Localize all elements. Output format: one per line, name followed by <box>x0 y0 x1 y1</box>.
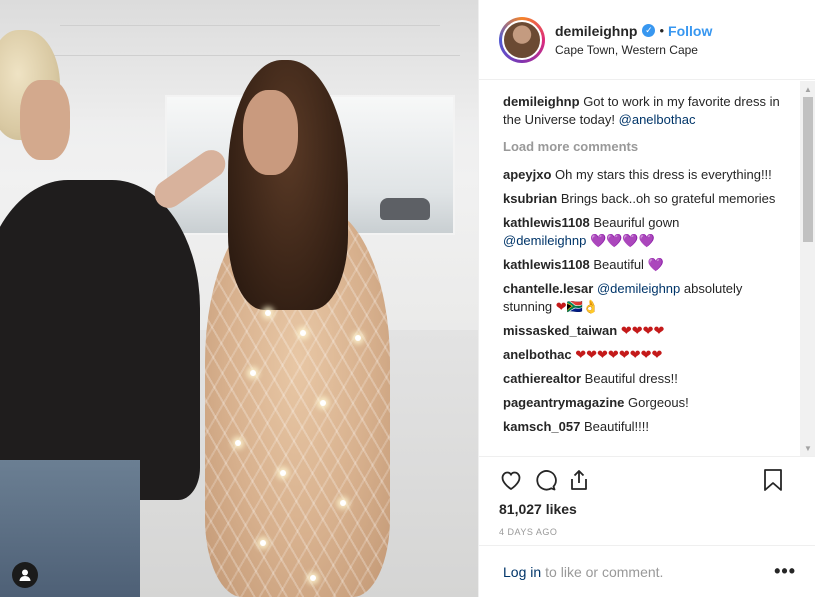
header-separator: • <box>659 23 665 38</box>
sparkle <box>260 540 266 546</box>
list-item: ksubrian Brings back..oh so grateful mem… <box>503 190 786 208</box>
list-item: kamsch_057 Beautiful!!!! <box>503 418 786 436</box>
list-item: kathlewis1108 Beauriful gown @demileighn… <box>503 214 786 250</box>
verified-badge-icon: ✓ <box>642 24 656 37</box>
list-item: cathierealtor Beautiful dress!! <box>503 370 786 388</box>
photo-makeup-artist-face <box>20 80 70 160</box>
comment-button[interactable] <box>533 463 567 497</box>
comment-text: Brings back..oh so grateful memories <box>560 191 776 206</box>
share-button[interactable] <box>567 463 601 497</box>
sparkle <box>300 330 306 336</box>
sparkle <box>310 575 316 581</box>
comment-username[interactable]: chantelle.lesar <box>503 281 593 296</box>
scroll-down-arrow-icon[interactable]: ▼ <box>800 440 815 456</box>
comment-text: Beautiful <box>593 257 644 272</box>
user-tag-button[interactable] <box>12 562 38 588</box>
sparkle <box>235 440 241 446</box>
heart-icon <box>501 471 521 491</box>
sparkle <box>265 310 271 316</box>
comment-username[interactable]: kathlewis1108 <box>503 257 590 272</box>
post-side-panel: demileighnp ✓ • Follow Cape Town, Wester… <box>478 0 815 597</box>
red-heart-icon: ❤❤❤❤ <box>620 323 665 338</box>
list-item: chantelle.lesar @demileighnp absolutely … <box>503 280 786 316</box>
comment-text: Beauriful gown <box>593 215 680 230</box>
caption: demileighnp Got to work in my favorite d… <box>503 93 786 129</box>
follow-button[interactable]: Follow <box>668 23 712 39</box>
comment-username[interactable]: anelbothac <box>503 347 572 362</box>
load-more-comments-button[interactable]: Load more comments <box>503 139 786 154</box>
comment-bubble-icon <box>536 470 557 491</box>
scroll-up-arrow-icon[interactable]: ▲ <box>800 81 815 97</box>
purple-heart-icon: 💜 <box>647 257 664 272</box>
post-actions: 81,027 likes 4 DAYS AGO <box>479 456 815 537</box>
photo-detail <box>60 25 440 26</box>
list-item: pageantrymagazine Gorgeous! <box>503 394 786 412</box>
location-link[interactable]: Cape Town, Western Cape <box>555 43 712 57</box>
sparkle <box>355 335 361 341</box>
bookmark-icon <box>764 469 782 491</box>
sparkle <box>250 370 256 376</box>
comment-text: Oh my stars this dress is everything!!! <box>555 167 772 182</box>
share-icon <box>571 470 587 490</box>
comment-username[interactable]: cathierealtor <box>503 371 581 386</box>
comment-username[interactable]: kathlewis1108 <box>503 215 590 230</box>
comment-username[interactable]: kamsch_057 <box>503 419 580 434</box>
sparkle <box>320 400 326 406</box>
more-options-icon[interactable]: ••• <box>774 561 796 582</box>
comment-username[interactable]: ksubrian <box>503 191 557 206</box>
sparkle <box>280 470 286 476</box>
login-prompt-text: to like or comment. <box>545 563 664 580</box>
like-button[interactable] <box>499 463 533 497</box>
likes-count[interactable]: 81,027 likes <box>499 501 796 517</box>
photo-makeup-artist <box>0 180 200 500</box>
login-bar: Log in to like or comment. ••• <box>479 545 815 597</box>
purple-heart-icon: 💜💜💜💜 <box>589 233 655 248</box>
comment-text: Gorgeous! <box>628 395 689 410</box>
avatar-image <box>502 19 542 60</box>
avatar[interactable] <box>499 16 545 63</box>
scrollbar-thumb[interactable] <box>803 97 813 242</box>
comment-text: Beautiful!!!! <box>583 419 650 434</box>
comment-mention[interactable]: @demileighnp <box>597 281 680 296</box>
red-heart-icon: ❤❤❤❤❤❤❤❤ <box>575 347 663 362</box>
post-header: demileighnp ✓ • Follow Cape Town, Wester… <box>479 0 815 80</box>
heart-flag-ok-icon: ❤🇿🇦👌 <box>555 299 600 314</box>
comment-text: Beautiful dress!! <box>584 371 678 386</box>
comments-list[interactable]: demileighnp Got to work in my favorite d… <box>479 81 815 456</box>
comment-username[interactable]: pageantrymagazine <box>503 395 624 410</box>
login-link[interactable]: Log in <box>503 564 541 580</box>
photo-car <box>380 198 430 220</box>
save-button[interactable] <box>762 463 796 497</box>
comment-username[interactable]: apeyjxo <box>503 167 551 182</box>
list-item: anelbothac ❤❤❤❤❤❤❤❤ <box>503 346 786 364</box>
list-item: kathlewis1108 Beautiful 💜 <box>503 256 786 274</box>
photo-model-face <box>243 90 298 175</box>
person-icon <box>19 569 31 581</box>
photo-detail <box>40 55 460 56</box>
post-timestamp: 4 DAYS AGO <box>499 527 558 537</box>
list-item: apeyjxo Oh my stars this dress is everyt… <box>503 166 786 184</box>
sparkle <box>340 500 346 506</box>
header-username[interactable]: demileighnp <box>555 23 637 39</box>
post-photo[interactable] <box>0 0 478 597</box>
comments-scrollbar[interactable]: ▲ ▼ <box>800 81 815 456</box>
instagram-post: demileighnp ✓ • Follow Cape Town, Wester… <box>0 0 815 597</box>
caption-mention[interactable]: @anelbothac <box>619 112 696 127</box>
comment-username[interactable]: missasked_taiwan <box>503 323 617 338</box>
caption-username[interactable]: demileighnp <box>503 94 580 109</box>
list-item: missasked_taiwan ❤❤❤❤ <box>503 322 786 340</box>
comment-mention[interactable]: @demileighnp <box>503 233 586 248</box>
